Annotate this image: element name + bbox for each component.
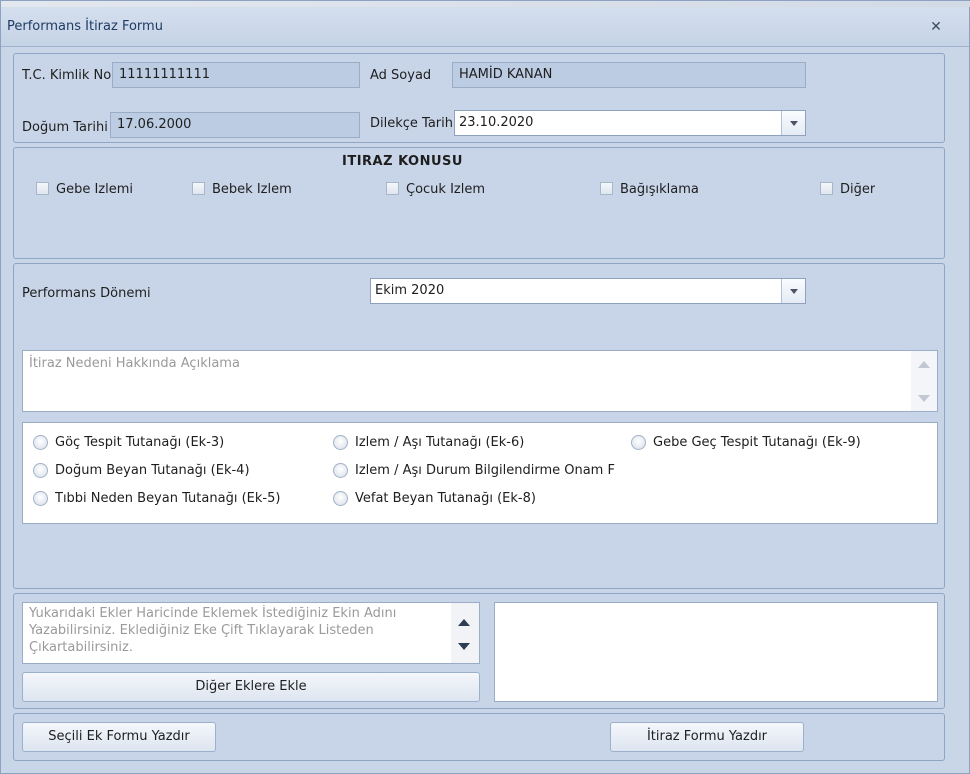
radio-ek8-label[interactable]: Vefat Beyan Tutanağı (Ek-8) xyxy=(355,491,536,506)
footer-group: Seçili Ek Formu Yazdır İtiraz Formu Yazd… xyxy=(13,713,945,761)
birth-label: Doğum Tarihi xyxy=(22,120,108,135)
other-attachment-input[interactable]: Yukarıdaki Ekler Haricinde Eklemek İsted… xyxy=(22,602,480,664)
explanation-scrollbar[interactable] xyxy=(911,351,937,411)
checkbox-bebek-label[interactable]: Bebek İzlem xyxy=(212,182,292,197)
chevron-down-icon[interactable] xyxy=(781,279,805,303)
window: Performans İtiraz Formu ✕ T.C. Kimlik No… xyxy=(0,0,970,774)
radio-ek6-label[interactable]: İzlem / Aşı Tutanağı (Ek-6) xyxy=(355,435,524,450)
petition-date-value: 23.10.2020 xyxy=(459,115,534,130)
subject-title: İTİRAZ KONUSU xyxy=(342,154,463,169)
radio-ek4[interactable] xyxy=(33,463,48,478)
checkbox-bebek[interactable] xyxy=(192,182,205,195)
other-attachment-scrollbar[interactable] xyxy=(451,603,479,663)
radio-ek3[interactable] xyxy=(33,435,48,450)
radio-ek5-label[interactable]: Tıbbi Neden Beyan Tutanağı (Ek-5) xyxy=(55,491,280,506)
other-attachments-list[interactable] xyxy=(494,602,938,702)
chevron-down-icon[interactable] xyxy=(781,111,805,135)
period-combo[interactable]: Ekim 2020 xyxy=(370,278,806,304)
scroll-down-icon[interactable] xyxy=(918,395,930,402)
radio-ek3-label[interactable]: Göç Tespit Tutanağı (Ek-3) xyxy=(55,435,224,450)
subject-group: İTİRAZ KONUSU Gebe İzlemi Bebek İzlem Ço… xyxy=(13,147,945,259)
checkbox-diger[interactable] xyxy=(820,182,833,195)
birth-value: 17.06.2000 xyxy=(117,117,192,132)
checkbox-cocuk-label[interactable]: Çocuk İzlem xyxy=(406,182,485,197)
name-label: Ad Soyad xyxy=(370,68,432,83)
tc-value: 11111111111 xyxy=(119,67,210,82)
period-value: Ekim 2020 xyxy=(375,283,445,298)
tc-label: T.C. Kimlik No xyxy=(22,68,112,83)
radio-ek7[interactable] xyxy=(333,463,348,478)
print-objection-form-button[interactable]: İtiraz Formu Yazdır xyxy=(610,722,804,752)
petition-date-combo[interactable]: 23.10.2020 xyxy=(454,110,806,136)
explanation-textarea[interactable]: İtiraz Nedeni Hakkında Açıklama xyxy=(22,350,938,412)
print-selected-attachment-button[interactable]: Seçili Ek Formu Yazdır xyxy=(22,722,216,752)
explanation-placeholder: İtiraz Nedeni Hakkında Açıklama xyxy=(29,356,240,371)
window-title: Performans İtiraz Formu xyxy=(7,19,163,34)
radio-ek9[interactable] xyxy=(631,435,646,450)
name-value: HAMİD KANAN xyxy=(459,67,553,82)
radio-ek7-label[interactable]: İzlem / Aşı Durum Bilgilendirme Onam F xyxy=(355,463,633,478)
attachments-panel: Göç Tespit Tutanağı (Ek-3) İzlem / Aşı T… xyxy=(22,422,938,524)
add-other-attachment-button[interactable]: Diğer Eklere Ekle xyxy=(22,672,480,702)
other-attachments-group: Yukarıdaki Ekler Haricinde Eklemek İsted… xyxy=(13,593,945,709)
radio-ek4-label[interactable]: Doğum Beyan Tutanağı (Ek-4) xyxy=(55,463,250,478)
radio-ek9-label[interactable]: Gebe Geç Tespit Tutanağı (Ek-9) xyxy=(653,435,861,450)
performance-group: Performans Dönemi Ekim 2020 İtiraz Neden… xyxy=(13,263,945,589)
petition-label: Dilekçe Tarihi xyxy=(370,116,454,131)
scroll-up-icon[interactable] xyxy=(458,619,470,626)
close-icon[interactable]: ✕ xyxy=(927,18,945,36)
scroll-up-icon[interactable] xyxy=(918,361,930,368)
birth-field: 17.06.2000 xyxy=(110,112,360,138)
title-bar: Performans İtiraz Formu ✕ xyxy=(1,7,969,47)
radio-ek5[interactable] xyxy=(33,491,48,506)
period-label: Performans Dönemi xyxy=(22,286,151,301)
tc-field: 11111111111 xyxy=(112,62,360,88)
checkbox-cocuk[interactable] xyxy=(386,182,399,195)
checkbox-bagisiklama-label[interactable]: Bağışıklama xyxy=(620,182,699,197)
checkbox-gebe-label[interactable]: Gebe İzlemi xyxy=(56,182,133,197)
checkbox-bagisiklama[interactable] xyxy=(600,182,613,195)
radio-ek6[interactable] xyxy=(333,435,348,450)
scroll-down-icon[interactable] xyxy=(458,643,470,650)
other-attachment-placeholder: Yukarıdaki Ekler Haricinde Eklemek İsted… xyxy=(29,606,397,655)
radio-ek8[interactable] xyxy=(333,491,348,506)
checkbox-gebe[interactable] xyxy=(36,182,49,195)
name-field: HAMİD KANAN xyxy=(452,62,806,88)
person-info-group: T.C. Kimlik No 11111111111 Ad Soyad HAMİ… xyxy=(13,53,945,143)
checkbox-diger-label[interactable]: Diğer xyxy=(840,182,875,197)
